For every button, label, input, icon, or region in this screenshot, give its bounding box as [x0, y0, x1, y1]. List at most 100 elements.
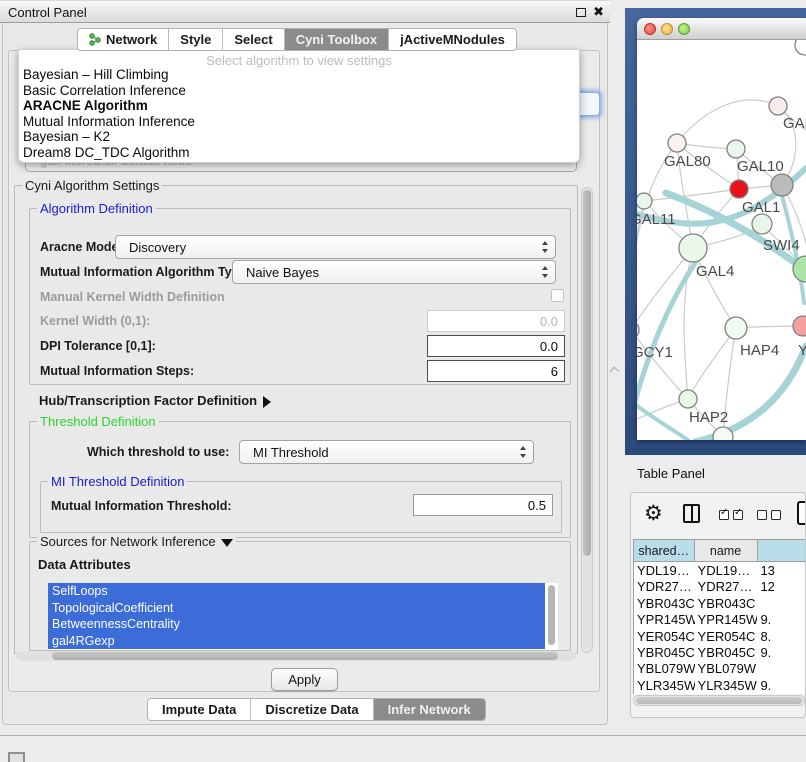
table-row[interactable]: YPR145WYPR145W9.: [634, 611, 806, 627]
table-row[interactable]: YBL079WYBL079W: [634, 660, 806, 676]
minimized-panel-icon[interactable]: [8, 752, 25, 762]
tab-select[interactable]: Select: [223, 29, 284, 50]
network-edge[interactable]: [688, 328, 736, 399]
table-row[interactable]: YDR27…YDR27…12: [634, 578, 806, 594]
attr-items: SelfLoopsTopologicalCoefficientBetweenne…: [48, 583, 558, 649]
attributes-scrollbar[interactable]: [548, 585, 555, 645]
aracne-mode-label: Aracne Mode:: [40, 240, 123, 254]
table-row[interactable]: YBR045CYBR045C9.: [634, 644, 806, 660]
network-node-y[interactable]: [793, 316, 806, 336]
close-traffic-light-icon[interactable]: [644, 23, 656, 35]
tab-jactivemnodules[interactable]: jActiveMNodules: [389, 29, 516, 50]
tab-network[interactable]: Network: [78, 29, 169, 50]
mi-threshold-label: Mutual Information Threshold:: [51, 499, 232, 513]
column-header[interactable]: name: [695, 540, 758, 561]
network-node-gal11[interactable]: [637, 193, 652, 209]
zoom-traffic-light-icon[interactable]: [678, 23, 690, 35]
dpi-tolerance-field[interactable]: 0.0: [427, 335, 565, 357]
algorithm-option[interactable]: Bayesian – K2: [19, 129, 579, 145]
settings-hscrollbar-thumb[interactable]: [52, 652, 558, 660]
table-row[interactable]: YLR345WYLR345W9.: [634, 677, 806, 693]
bottom-strip: [0, 735, 806, 762]
float-window-icon[interactable]: [576, 8, 586, 17]
settings-scrollbar[interactable]: [581, 187, 593, 653]
apply-button[interactable]: Apply: [271, 668, 338, 691]
mi-type-combobox[interactable]: Naive Bayes: [232, 260, 556, 284]
mi-steps-field[interactable]: 6: [427, 360, 565, 382]
aracne-mode-combobox[interactable]: Discovery: [115, 235, 556, 259]
mi-steps-label: Mutual Information Steps:: [40, 364, 194, 378]
network-node-gcy1[interactable]: [637, 321, 639, 339]
tab-infer-network[interactable]: Infer Network: [374, 699, 485, 720]
table-row[interactable]: YDL19…YDL19…13: [634, 562, 806, 578]
algorithm-option[interactable]: ARACNE Algorithm: [19, 98, 579, 114]
kernel-width-field[interactable]: 0.0: [427, 310, 565, 332]
splitter-handle[interactable]: [610, 367, 620, 377]
table-cell: 8.: [757, 628, 806, 644]
stepper-icon: [519, 445, 528, 459]
checkbox-checked-icon[interactable]: ✓: [719, 510, 729, 520]
table-hscrollbar-thumb[interactable]: [636, 697, 802, 704]
table-row[interactable]: YIL052CYIL052C9: [634, 693, 806, 694]
tab-infer-network-label: Infer Network: [388, 702, 471, 717]
algorithm-option[interactable]: Basic Correlation Inference: [19, 83, 579, 99]
checkbox-checked-icon[interactable]: ✓: [733, 510, 743, 520]
tab-impute-data[interactable]: Impute Data: [148, 699, 251, 720]
tab-style[interactable]: Style: [169, 29, 223, 50]
document-icon[interactable]: [797, 501, 806, 525]
hub-definition-expander[interactable]: Hub/Transcription Factor Definition: [39, 393, 271, 408]
network-node[interactable]: [795, 40, 806, 55]
tab-cyni-toolbox[interactable]: Cyni Toolbox: [285, 29, 389, 50]
table-toolbar: ⚙ ✓ ✓: [631, 493, 805, 538]
table-panel-title: Table Panel: [637, 466, 705, 481]
tab-style-label: Style: [180, 32, 211, 47]
network-node-hap4[interactable]: [725, 317, 747, 339]
data-attribute-item[interactable]: TopologicalCoefficient: [48, 600, 545, 617]
table-cell: YLR345W: [695, 677, 758, 693]
network-edge[interactable]: [644, 189, 739, 201]
tab-discretize-data[interactable]: Discretize Data: [251, 699, 373, 720]
network-node-swi4[interactable]: [752, 214, 772, 234]
table-row[interactable]: YER054CYER054C8.: [634, 628, 806, 644]
table-hscrollbar[interactable]: [633, 695, 805, 706]
minimize-traffic-light-icon[interactable]: [661, 23, 673, 35]
sources-title-label: Sources for Network Inference: [40, 534, 216, 549]
table-cell: YBL079W: [634, 660, 695, 676]
mi-threshold-field[interactable]: 0.5: [413, 494, 553, 516]
table-cell: 12: [757, 578, 806, 594]
data-attribute-item[interactable]: SelfLoops: [48, 583, 545, 600]
network-node-gal1[interactable]: [730, 180, 748, 198]
network-node-hap2[interactable]: [679, 390, 697, 408]
close-icon[interactable]: ✖: [593, 4, 604, 20]
column-header[interactable]: [758, 540, 806, 561]
checkbox-unchecked-icon[interactable]: [757, 510, 767, 520]
settings-hscrollbar[interactable]: [16, 651, 576, 661]
threshold-definition-group: Threshold Definition Which threshold to …: [29, 421, 571, 538]
split-columns-icon[interactable]: [683, 504, 700, 523]
network-window-titlebar[interactable]: [637, 18, 806, 40]
network-node-gal10[interactable]: [727, 140, 745, 158]
node-label: GAL11: [637, 211, 676, 228]
algorithm-option[interactable]: Dream8 DC_TDC Algorithm: [19, 145, 579, 161]
node-label: GAL4: [696, 263, 734, 280]
checkbox-unchecked-icon[interactable]: [771, 510, 781, 520]
algorithm-option[interactable]: Mutual Information Inference: [19, 114, 579, 130]
settings-scrollbar-thumb[interactable]: [583, 190, 591, 556]
algorithm-option[interactable]: Bayesian – Hill Climbing: [19, 67, 579, 83]
data-attribute-item[interactable]: BetweennessCentrality: [48, 616, 545, 633]
network-edge[interactable]: [677, 100, 778, 143]
network-node-gal80[interactable]: [668, 134, 686, 152]
table-cell: YBR043C: [695, 595, 758, 611]
gear-icon[interactable]: ⚙: [644, 503, 663, 524]
which-threshold-combobox[interactable]: MI Threshold: [239, 440, 534, 464]
table-row[interactable]: YBR043CYBR043C: [634, 595, 806, 611]
network-node-gal[interactable]: [769, 97, 787, 115]
data-attribute-item[interactable]: gal4RGexp: [48, 633, 545, 650]
network-canvas[interactable]: GALGAL80GAL10GAL1GAL11SWI4GAL4GCY1HAP4YH…: [637, 40, 806, 440]
node-label: GCY1: [637, 344, 673, 361]
column-header[interactable]: shared…: [634, 540, 695, 561]
manual-kernel-checkbox[interactable]: [551, 289, 564, 302]
sources-title[interactable]: Sources for Network Inference: [37, 534, 236, 549]
network-node[interactable]: [771, 174, 793, 196]
network-node-gal4[interactable]: [679, 234, 707, 262]
